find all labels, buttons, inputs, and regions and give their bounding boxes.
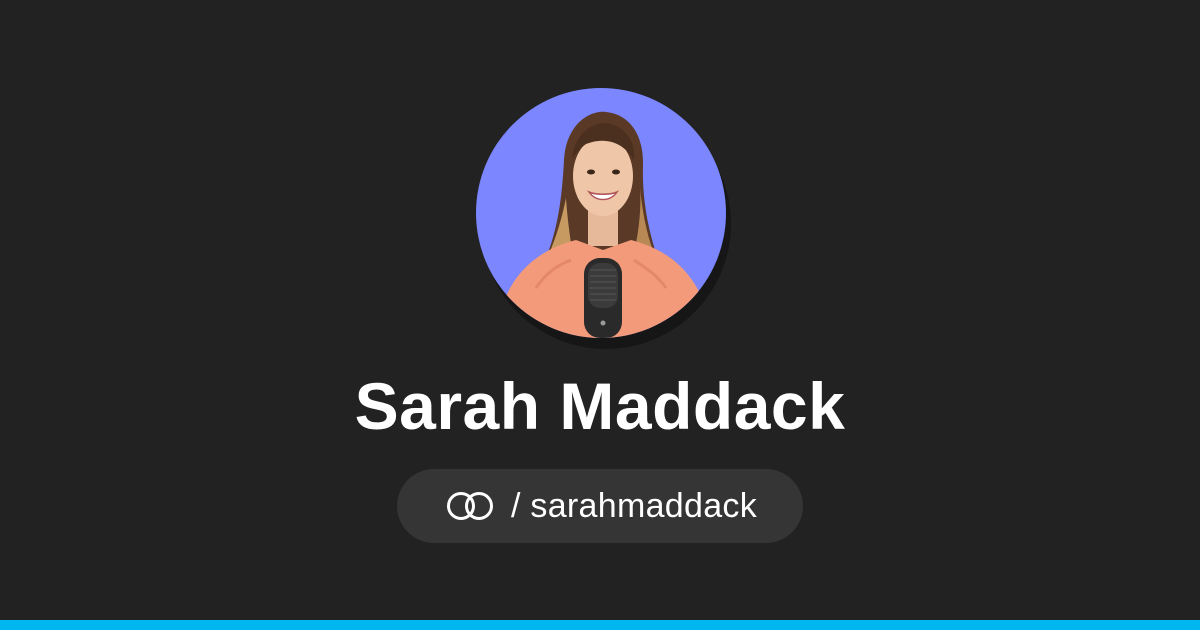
avatar-image: [476, 88, 726, 338]
handle-username: sarahmaddack: [530, 486, 758, 525]
handle-separator: /: [510, 486, 521, 525]
profile-card: Sarah Maddack / sarahmaddack: [0, 0, 1200, 630]
brand-accent-bar: [0, 620, 1200, 630]
linked-rings-icon: [443, 490, 499, 522]
profile-name: Sarah Maddack: [354, 369, 846, 443]
avatar: [476, 88, 726, 338]
handle-link[interactable]: / sarahmaddack: [397, 469, 803, 543]
